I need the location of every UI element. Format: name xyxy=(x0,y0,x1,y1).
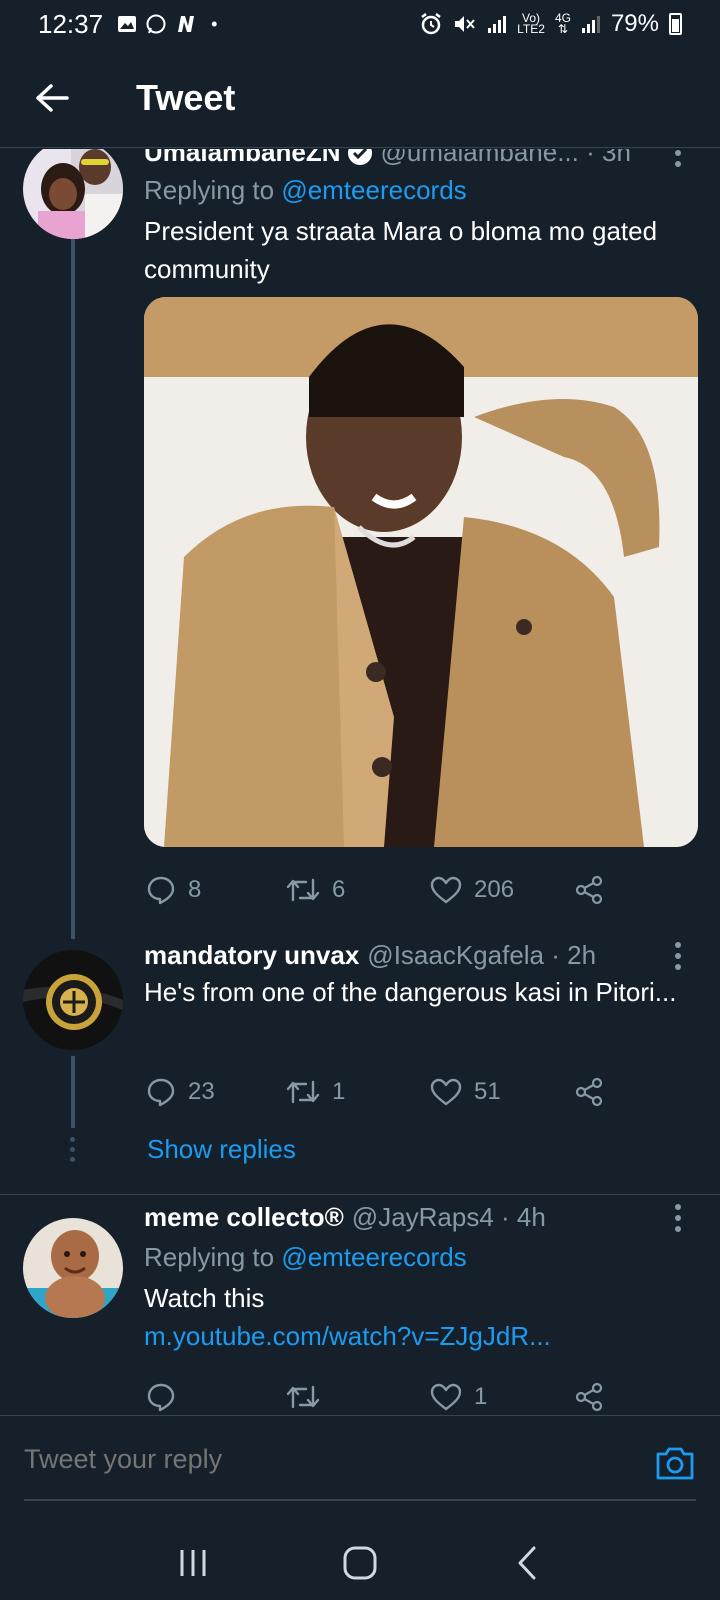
replying-to-link[interactable]: @emteerecords xyxy=(281,1242,466,1272)
composer-underline xyxy=(24,1499,696,1501)
battery-icon xyxy=(669,13,682,35)
retweet-button[interactable]: 1 xyxy=(286,1078,430,1106)
reply-button[interactable]: 23 xyxy=(146,1077,286,1107)
heart-icon xyxy=(430,876,462,904)
retweet-count: 6 xyxy=(332,876,346,903)
tweet-text: He's from one of the dangerous kasi in P… xyxy=(144,977,677,1007)
notification-dot-icon: • xyxy=(211,13,218,34)
retweet-icon xyxy=(286,878,320,902)
replying-to-prefix: Replying to xyxy=(144,175,275,205)
like-button[interactable]: 206 xyxy=(430,876,574,904)
retweet-count: 1 xyxy=(332,1078,346,1105)
share-button[interactable] xyxy=(574,875,604,905)
thread-connector xyxy=(71,239,75,939)
show-replies-link[interactable]: Show replies xyxy=(147,1134,296,1165)
tweet-media-photo[interactable] xyxy=(144,297,698,847)
reply-composer xyxy=(0,1415,720,1525)
avatar-isaackgafela[interactable] xyxy=(23,950,123,1050)
retweet-button[interactable]: 6 xyxy=(286,876,430,904)
lte-label: LTE2 xyxy=(517,22,545,36)
kaizer-chiefs-logo-icon xyxy=(23,950,123,1050)
reply-icon xyxy=(147,1383,175,1412)
reply-count: 8 xyxy=(188,876,202,903)
app-notification-icon xyxy=(178,16,195,32)
author-name[interactable]: mandatory unvax xyxy=(144,940,359,971)
tweet-text: Watch this xyxy=(144,1283,265,1313)
reply-icon xyxy=(147,1078,175,1107)
retweet-icon xyxy=(286,1080,320,1104)
avatar-umalambanezn[interactable] xyxy=(23,149,123,239)
share-button[interactable] xyxy=(574,1077,604,1107)
tweet-actions: 8 6 206 xyxy=(146,870,616,910)
thread-connector xyxy=(71,1056,75,1128)
share-icon xyxy=(575,1382,603,1412)
battery-level: 79% xyxy=(610,10,659,37)
replying-to: Replying to @emteerecords xyxy=(144,1242,467,1273)
tweet-link[interactable]: m.youtube.com/watch?v=ZJgJdR... xyxy=(144,1317,704,1355)
author-handle: @umalambane... · 3h xyxy=(380,149,631,167)
recent-apps-button[interactable] xyxy=(168,1538,218,1588)
home-button[interactable] xyxy=(335,1538,385,1588)
author-handle: @JayRaps4 · 4h xyxy=(351,1202,546,1232)
replying-to-link[interactable]: @emteerecords xyxy=(281,175,466,205)
heart-icon xyxy=(430,1383,462,1411)
like-count: 51 xyxy=(474,1078,501,1105)
mute-icon xyxy=(455,16,475,32)
reply-count: 23 xyxy=(188,1078,215,1105)
system-back-button[interactable] xyxy=(502,1538,552,1588)
share-icon xyxy=(575,1077,603,1107)
arrow-left-icon xyxy=(36,83,69,112)
chevron-left-icon xyxy=(518,1546,536,1579)
tweet-actions: 23 1 51 xyxy=(146,1072,616,1112)
thread-more-dots-icon xyxy=(70,1137,76,1162)
tweet-actions: 1 xyxy=(146,1377,616,1415)
status-bar: 12:37 • Vo) LTE2 4G ⇅ 79% xyxy=(0,0,720,48)
retweet-icon xyxy=(286,1385,320,1409)
reply-button[interactable]: 8 xyxy=(146,875,286,905)
divider xyxy=(0,1194,720,1195)
tweet-options-button[interactable] xyxy=(668,149,688,171)
alarm-icon xyxy=(421,13,441,35)
camera-icon xyxy=(656,1447,694,1480)
gallery-notification-icon xyxy=(118,16,137,32)
app-bar: Tweet xyxy=(0,48,720,148)
baby-avatar-icon xyxy=(23,1218,123,1318)
back-button[interactable] xyxy=(22,68,82,128)
status-time: 12:37 xyxy=(38,8,104,39)
signal-icon-2 xyxy=(581,16,600,33)
page-title: Tweet xyxy=(136,76,236,118)
reply-input[interactable] xyxy=(24,1444,584,1475)
replying-to-prefix: Replying to xyxy=(144,1242,275,1272)
heart-icon xyxy=(430,1078,462,1106)
camera-button[interactable] xyxy=(654,1444,696,1482)
like-button[interactable]: 51 xyxy=(430,1078,574,1106)
share-button[interactable] xyxy=(574,1382,604,1412)
verified-badge-icon xyxy=(347,149,372,165)
system-nav-bar xyxy=(0,1525,720,1600)
tweet-thread[interactable]: UmalambaneZN @umalambane... · 3h Replyin… xyxy=(0,149,720,1415)
avatar-photo-icon xyxy=(23,149,123,239)
reply-button[interactable] xyxy=(146,1382,286,1412)
tweet-text: President ya straata Mara o bloma mo gat… xyxy=(144,216,658,284)
tweet-options-button[interactable] xyxy=(668,1200,688,1236)
share-icon xyxy=(575,875,603,905)
like-count: 1 xyxy=(474,1383,488,1410)
replying-to: Replying to @emteerecords xyxy=(144,175,467,206)
signal-icon-1 xyxy=(488,16,507,33)
data-arrows-icon: ⇅ xyxy=(557,22,568,36)
tweet-options-button[interactable] xyxy=(668,938,688,974)
photo-man-in-coat-icon xyxy=(144,297,698,847)
like-count: 206 xyxy=(474,876,515,903)
author-handle: @IsaacKgafela · 2h xyxy=(367,940,597,970)
whatsapp-notification-icon xyxy=(146,14,166,34)
author-name[interactable]: UmalambaneZN xyxy=(144,149,341,168)
home-icon xyxy=(343,1546,377,1579)
reply-icon xyxy=(147,876,175,905)
like-button[interactable]: 1 xyxy=(430,1383,574,1411)
recent-apps-icon xyxy=(180,1549,206,1576)
author-name[interactable]: meme collecto® xyxy=(144,1202,344,1233)
avatar-jayraps4[interactable] xyxy=(23,1218,123,1318)
retweet-button[interactable] xyxy=(286,1383,430,1411)
